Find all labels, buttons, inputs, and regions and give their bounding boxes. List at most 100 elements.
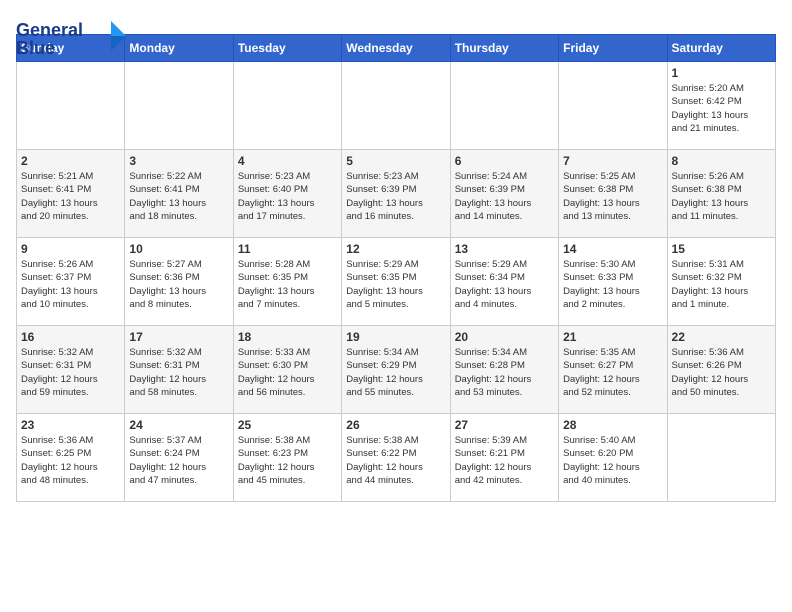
day-number: 3 — [129, 154, 228, 168]
calendar-cell: 6 Sunrise: 5:24 AM Sunset: 6:39 PM Daylig… — [450, 150, 558, 238]
day-info: Sunrise: 5:20 AM Sunset: 6:42 PM Dayligh… — [672, 82, 771, 135]
calendar-cell — [559, 62, 667, 150]
day-info: Sunrise: 5:27 AM Sunset: 6:36 PM Dayligh… — [129, 258, 228, 311]
day-number: 10 — [129, 242, 228, 256]
day-info: Sunrise: 5:34 AM Sunset: 6:29 PM Dayligh… — [346, 346, 445, 399]
day-info: Sunrise: 5:30 AM Sunset: 6:33 PM Dayligh… — [563, 258, 662, 311]
calendar-cell — [667, 414, 775, 502]
calendar-cell: 11 Sunrise: 5:28 AM Sunset: 6:35 PM Dayli… — [233, 238, 341, 326]
calendar-table: SundayMondayTuesdayWednesdayThursdayFrid… — [16, 34, 776, 502]
day-info: Sunrise: 5:24 AM Sunset: 6:39 PM Dayligh… — [455, 170, 554, 223]
day-number: 7 — [563, 154, 662, 168]
day-number: 8 — [672, 154, 771, 168]
day-number: 13 — [455, 242, 554, 256]
calendar-cell: 4 Sunrise: 5:23 AM Sunset: 6:40 PM Daylig… — [233, 150, 341, 238]
day-info: Sunrise: 5:21 AM Sunset: 6:41 PM Dayligh… — [21, 170, 120, 223]
day-number: 15 — [672, 242, 771, 256]
calendar-cell: 16 Sunrise: 5:32 AM Sunset: 6:31 PM Dayli… — [17, 326, 125, 414]
calendar-cell: 26 Sunrise: 5:38 AM Sunset: 6:22 PM Dayli… — [342, 414, 450, 502]
day-number: 23 — [21, 418, 120, 432]
day-number: 1 — [672, 66, 771, 80]
day-number: 21 — [563, 330, 662, 344]
calendar-cell: 1 Sunrise: 5:20 AM Sunset: 6:42 PM Daylig… — [667, 62, 775, 150]
weekday-header-wednesday: Wednesday — [342, 35, 450, 62]
calendar-cell: 24 Sunrise: 5:37 AM Sunset: 6:24 PM Dayli… — [125, 414, 233, 502]
calendar-cell: 13 Sunrise: 5:29 AM Sunset: 6:34 PM Dayli… — [450, 238, 558, 326]
day-number: 11 — [238, 242, 337, 256]
day-number: 6 — [455, 154, 554, 168]
calendar-cell: 27 Sunrise: 5:39 AM Sunset: 6:21 PM Dayli… — [450, 414, 558, 502]
calendar-cell: 22Sunrise: 5:36 AM Sunset: 6:26 PM Dayli… — [667, 326, 775, 414]
day-info: Sunrise: 5:23 AM Sunset: 6:40 PM Dayligh… — [238, 170, 337, 223]
day-info: Sunrise: 5:37 AM Sunset: 6:24 PM Dayligh… — [129, 434, 228, 487]
calendar-cell — [233, 62, 341, 150]
day-info: Sunrise: 5:38 AM Sunset: 6:22 PM Dayligh… — [346, 434, 445, 487]
calendar-cell: 23Sunrise: 5:36 AM Sunset: 6:25 PM Dayli… — [17, 414, 125, 502]
day-number: 14 — [563, 242, 662, 256]
svg-text:Blue: Blue — [16, 38, 55, 58]
calendar-cell: 5 Sunrise: 5:23 AM Sunset: 6:39 PM Daylig… — [342, 150, 450, 238]
day-info: Sunrise: 5:38 AM Sunset: 6:23 PM Dayligh… — [238, 434, 337, 487]
calendar-cell: 7 Sunrise: 5:25 AM Sunset: 6:38 PM Daylig… — [559, 150, 667, 238]
calendar-week-row: 16 Sunrise: 5:32 AM Sunset: 6:31 PM Dayli… — [17, 326, 776, 414]
calendar-cell: 15 Sunrise: 5:31 AM Sunset: 6:32 PM Dayli… — [667, 238, 775, 326]
day-number: 12 — [346, 242, 445, 256]
day-info: Sunrise: 5:32 AM Sunset: 6:31 PM Dayligh… — [21, 346, 120, 399]
calendar-cell: 20 Sunrise: 5:34 AM Sunset: 6:28 PM Dayli… — [450, 326, 558, 414]
calendar-cell: 17 Sunrise: 5:32 AM Sunset: 6:31 PM Dayli… — [125, 326, 233, 414]
day-number: 16 — [21, 330, 120, 344]
logo: General Blue — [16, 16, 126, 65]
day-info: Sunrise: 5:36 AM Sunset: 6:26 PM Dayligh… — [672, 346, 771, 399]
day-info: Sunrise: 5:34 AM Sunset: 6:28 PM Dayligh… — [455, 346, 554, 399]
calendar-cell: 21Sunrise: 5:35 AM Sunset: 6:27 PM Dayli… — [559, 326, 667, 414]
calendar-cell — [342, 62, 450, 150]
day-info: Sunrise: 5:26 AM Sunset: 6:38 PM Dayligh… — [672, 170, 771, 223]
day-number: 18 — [238, 330, 337, 344]
day-info: Sunrise: 5:32 AM Sunset: 6:31 PM Dayligh… — [129, 346, 228, 399]
calendar-cell: 14 Sunrise: 5:30 AM Sunset: 6:33 PM Dayli… — [559, 238, 667, 326]
day-number: 19 — [346, 330, 445, 344]
weekday-header-saturday: Saturday — [667, 35, 775, 62]
calendar-cell: 8 Sunrise: 5:26 AM Sunset: 6:38 PM Daylig… — [667, 150, 775, 238]
day-info: Sunrise: 5:31 AM Sunset: 6:32 PM Dayligh… — [672, 258, 771, 311]
day-number: 4 — [238, 154, 337, 168]
day-number: 5 — [346, 154, 445, 168]
day-number: 20 — [455, 330, 554, 344]
day-number: 24 — [129, 418, 228, 432]
weekday-header-thursday: Thursday — [450, 35, 558, 62]
calendar-cell — [17, 62, 125, 150]
day-number: 27 — [455, 418, 554, 432]
day-info: Sunrise: 5:39 AM Sunset: 6:21 PM Dayligh… — [455, 434, 554, 487]
day-info: Sunrise: 5:29 AM Sunset: 6:34 PM Dayligh… — [455, 258, 554, 311]
calendar-body: 1 Sunrise: 5:20 AM Sunset: 6:42 PM Daylig… — [17, 62, 776, 502]
day-number: 26 — [346, 418, 445, 432]
calendar-cell: 10 Sunrise: 5:27 AM Sunset: 6:36 PM Dayli… — [125, 238, 233, 326]
calendar-week-row: 2 Sunrise: 5:21 AM Sunset: 6:41 PM Daylig… — [17, 150, 776, 238]
calendar-week-row: 1 Sunrise: 5:20 AM Sunset: 6:42 PM Daylig… — [17, 62, 776, 150]
day-number: 28 — [563, 418, 662, 432]
calendar-cell: 25 Sunrise: 5:38 AM Sunset: 6:23 PM Dayli… — [233, 414, 341, 502]
weekday-header-tuesday: Tuesday — [233, 35, 341, 62]
day-info: Sunrise: 5:23 AM Sunset: 6:39 PM Dayligh… — [346, 170, 445, 223]
weekday-header-monday: Monday — [125, 35, 233, 62]
weekday-header-row: SundayMondayTuesdayWednesdayThursdayFrid… — [17, 35, 776, 62]
day-info: Sunrise: 5:29 AM Sunset: 6:35 PM Dayligh… — [346, 258, 445, 311]
day-info: Sunrise: 5:28 AM Sunset: 6:35 PM Dayligh… — [238, 258, 337, 311]
day-info: Sunrise: 5:25 AM Sunset: 6:38 PM Dayligh… — [563, 170, 662, 223]
day-number: 25 — [238, 418, 337, 432]
calendar-cell: 2 Sunrise: 5:21 AM Sunset: 6:41 PM Daylig… — [17, 150, 125, 238]
day-number: 9 — [21, 242, 120, 256]
calendar-cell: 3Sunrise: 5:22 AM Sunset: 6:41 PM Daylig… — [125, 150, 233, 238]
calendar-cell: 18 Sunrise: 5:33 AM Sunset: 6:30 PM Dayli… — [233, 326, 341, 414]
day-info: Sunrise: 5:40 AM Sunset: 6:20 PM Dayligh… — [563, 434, 662, 487]
calendar-cell: 19 Sunrise: 5:34 AM Sunset: 6:29 PM Dayli… — [342, 326, 450, 414]
weekday-header-friday: Friday — [559, 35, 667, 62]
day-number: 2 — [21, 154, 120, 168]
calendar-cell: 12 Sunrise: 5:29 AM Sunset: 6:35 PM Dayli… — [342, 238, 450, 326]
svg-text:General: General — [16, 20, 83, 40]
calendar-cell — [125, 62, 233, 150]
day-info: Sunrise: 5:33 AM Sunset: 6:30 PM Dayligh… — [238, 346, 337, 399]
day-number: 17 — [129, 330, 228, 344]
calendar-week-row: 23Sunrise: 5:36 AM Sunset: 6:25 PM Dayli… — [17, 414, 776, 502]
calendar-week-row: 9Sunrise: 5:26 AM Sunset: 6:37 PM Daylig… — [17, 238, 776, 326]
